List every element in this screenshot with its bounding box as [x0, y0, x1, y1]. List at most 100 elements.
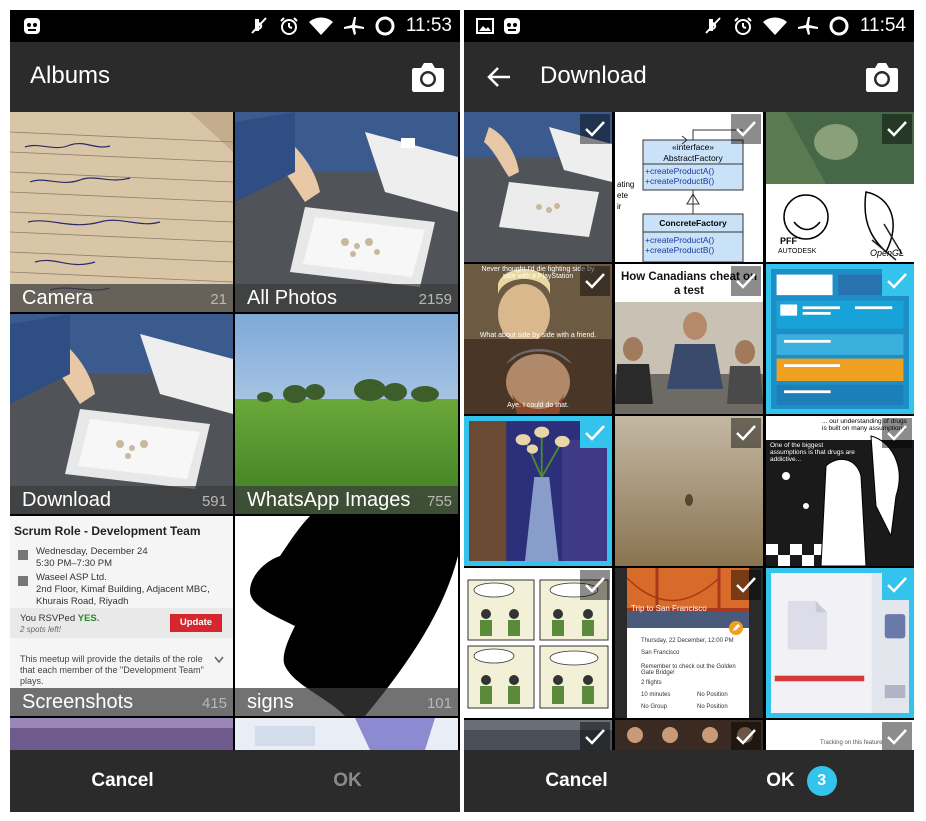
camera-icon[interactable] — [410, 60, 446, 94]
album-thumbnail — [235, 112, 458, 312]
album-thumbnail — [235, 314, 458, 514]
status-bar: 11:53 — [10, 10, 460, 42]
trip-detail: 10 minutes — [641, 692, 671, 698]
trip-detail: Remember to check out the Golden Gate Br… — [641, 664, 736, 676]
rsvp-panel: You RSVPed YES. 2 spots left! Update — [10, 608, 233, 638]
album-download[interactable]: Download 591 — [10, 314, 233, 514]
trip-detail: 2 flights — [641, 680, 662, 686]
event-date: Wednesday, December 24 — [36, 546, 148, 557]
alarm-icon — [734, 17, 752, 35]
image-tile[interactable]: Trip to San Francisco Thursday, 22 Decem… — [615, 568, 763, 718]
image-tile[interactable] — [464, 112, 612, 262]
image-tile[interactable] — [766, 568, 914, 718]
image-tile[interactable] — [464, 416, 612, 566]
image-tile[interactable] — [464, 568, 612, 718]
check-icon — [731, 418, 761, 448]
uml-label: ating — [617, 180, 635, 189]
image-tile[interactable] — [464, 720, 612, 750]
chevron-down-icon — [214, 656, 224, 664]
image-tile[interactable] — [615, 416, 763, 566]
image-tile[interactable]: How Canadians cheat on a test — [615, 264, 763, 414]
app-bar: Download — [464, 42, 914, 112]
rsvp-prefix: You RSVPed — [20, 613, 78, 624]
album-thumbnail — [235, 516, 458, 716]
circle-icon — [829, 16, 849, 36]
clock: 11:54 — [859, 15, 906, 36]
album-thumbnail — [10, 112, 233, 312]
albums-screen: 11:53 Albums Camera 21 All Photos 2159 D… — [10, 10, 460, 812]
ok-button[interactable]: OK — [235, 750, 460, 812]
meme-label: PFF — [780, 236, 797, 246]
muted-icon — [251, 17, 267, 34]
trip-detail: San Francisco — [641, 650, 680, 656]
check-icon — [731, 722, 761, 750]
uml-label: +createProductB() — [645, 245, 715, 255]
location-icon — [18, 576, 28, 586]
cancel-button[interactable]: Cancel — [10, 750, 235, 812]
android-icon — [504, 18, 520, 34]
album-all-photos[interactable]: All Photos 2159 — [235, 112, 458, 312]
cancel-button[interactable]: Cancel — [464, 750, 689, 812]
rsvp-answer: YES. — [77, 613, 100, 624]
album-name: signs — [247, 691, 294, 713]
android-icon — [24, 18, 40, 34]
image-tile[interactable]: PFF AUTODESK OpenGL — [766, 112, 914, 262]
uml-label: +createProductA() — [645, 235, 715, 245]
check-icon — [882, 722, 912, 750]
image-tile[interactable] — [615, 720, 763, 750]
check-icon — [731, 266, 761, 296]
event-address: 2nd Floor, Kimaf Building, Adjacent MBC,… — [36, 584, 210, 607]
album-screenshots[interactable]: Scrum Role - Development Team Wednesday,… — [10, 516, 233, 716]
gallery-icon — [476, 18, 494, 34]
wifi-icon — [762, 17, 787, 35]
check-icon — [882, 418, 912, 448]
uml-label: ir — [617, 202, 622, 211]
page-title: Albums — [30, 62, 111, 89]
bottom-bar: Cancel OK 3 — [464, 750, 914, 812]
rsvp-status: You RSVPed YES. — [20, 613, 99, 624]
image-tile[interactable]: Tracking on this feature — [766, 720, 914, 750]
image-tile[interactable]: «interface» AbstractFactory +createProdu… — [615, 112, 763, 262]
image-grid: «interface» AbstractFactory +createProdu… — [464, 112, 914, 750]
airplane-icon — [343, 17, 364, 35]
check-icon — [731, 570, 761, 600]
page-title: Download — [540, 62, 647, 89]
update-button: Update — [170, 614, 222, 632]
event-description: This meetup will provide the details of … — [20, 654, 204, 686]
check-icon — [882, 573, 909, 600]
album-count: 591 — [201, 493, 227, 510]
calendar-icon — [18, 550, 28, 560]
trip-detail: No Position — [697, 704, 728, 710]
image-tile[interactable]: Never thought I'd die fighting side by s… — [464, 264, 612, 414]
camera-icon[interactable] — [864, 60, 900, 94]
album-count: 2159 — [418, 291, 452, 308]
ok-label: OK — [766, 770, 795, 791]
back-arrow-icon[interactable] — [486, 64, 512, 90]
uml-label: +createProductA() — [645, 166, 715, 176]
check-icon — [882, 114, 912, 144]
album-partial[interactable] — [10, 718, 233, 750]
album-camera[interactable]: Camera 21 — [10, 112, 233, 312]
meme-label: AUTODESK — [778, 248, 817, 255]
uml-label: AbstractFactory — [663, 153, 723, 163]
event-title: Scrum Role - Development Team — [14, 524, 201, 538]
album-count: 101 — [426, 695, 452, 712]
status-bar: 11:54 — [464, 10, 914, 42]
album-whatsapp-images[interactable]: WhatsApp Images 755 — [235, 314, 458, 514]
app-bar: Albums — [10, 42, 460, 112]
image-tile[interactable]: ... our understanding of drugs is built … — [766, 416, 914, 566]
ok-button[interactable]: OK 3 — [689, 750, 914, 812]
tile-caption: Tracking on this feature — [820, 740, 883, 746]
album-count: 21 — [210, 291, 227, 308]
album-partial[interactable] — [235, 718, 458, 750]
album-name: Camera — [22, 287, 94, 309]
trip-detail: No Position — [697, 692, 728, 698]
trip-detail: No Group — [641, 704, 668, 710]
image-tile[interactable] — [766, 264, 914, 414]
airplane-icon — [797, 17, 818, 35]
album-count: 755 — [426, 493, 452, 510]
meme-caption: What about side by side with a friend. — [479, 332, 597, 339]
album-name: All Photos — [247, 287, 338, 309]
album-signs[interactable]: signs 101 — [235, 516, 458, 716]
check-icon — [580, 266, 610, 296]
